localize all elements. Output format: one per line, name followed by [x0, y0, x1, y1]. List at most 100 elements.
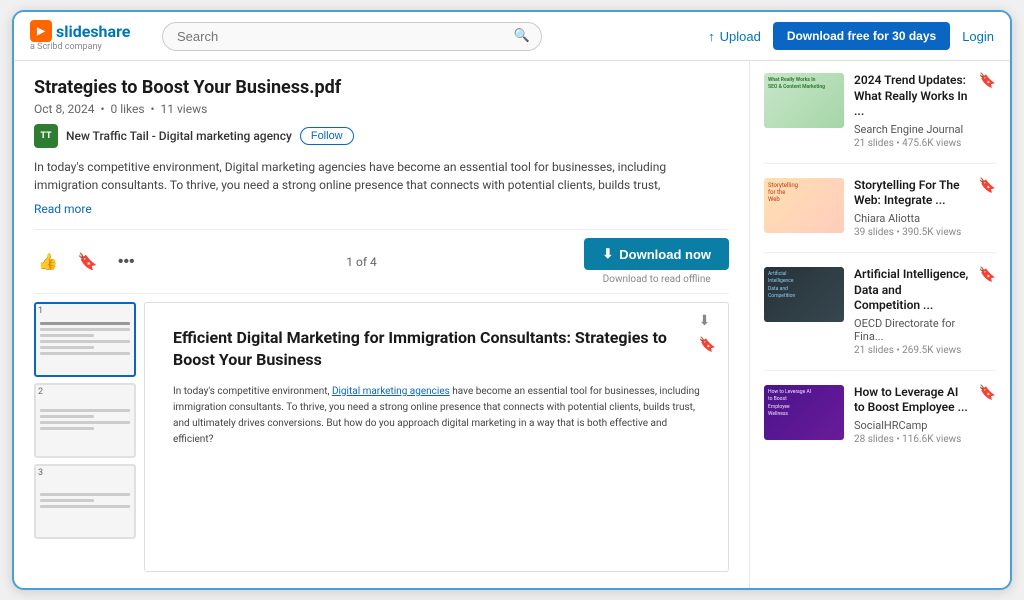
- doc-meta: Oct 8, 2024 • 0 likes • 11 views: [34, 102, 729, 116]
- upload-icon: ↑: [708, 29, 715, 44]
- sidebar-card-1[interactable]: What Really Works InSEO & Content Market…: [764, 73, 996, 164]
- doc-likes: 0 likes: [110, 102, 144, 116]
- logo[interactable]: ▶ slideshare: [30, 20, 130, 42]
- follow-button[interactable]: Follow: [300, 127, 354, 145]
- thumb-inner-3: [36, 466, 134, 537]
- thumb-line: [40, 346, 94, 349]
- thumb-inner-1: [36, 304, 134, 375]
- upload-button[interactable]: ↑ Upload: [708, 29, 761, 44]
- download-now-label: Download now: [619, 247, 711, 262]
- doc-download-icon[interactable]: ⬇: [699, 313, 716, 329]
- sidebar-card-info-1: 2024 Trend Updates: What Really Works In…: [854, 73, 969, 149]
- more-options-button[interactable]: •••: [114, 249, 139, 275]
- doc-page-icons: ⬇ 🔖: [699, 313, 716, 353]
- download-section: ⬇ Download now Download to read offline: [584, 238, 729, 285]
- bookmark-button[interactable]: 🔖: [74, 248, 102, 276]
- sidebar-bookmark-4[interactable]: 🔖: [979, 385, 996, 445]
- doc-toolbar: 👍 🔖 ••• 1 of 4 ⬇ Download now Download t…: [34, 229, 729, 294]
- download-sub-label: Download to read offline: [584, 274, 729, 285]
- doc-link[interactable]: Digital marketing agencies: [332, 386, 450, 397]
- download-icon: ⬇: [602, 246, 613, 262]
- sidebar: What Really Works InSEO & Content Market…: [750, 61, 1010, 588]
- search-input[interactable]: [162, 22, 542, 51]
- author-row: TT New Traffic Tail - Digital marketing …: [34, 124, 729, 148]
- thumb-line: [40, 427, 94, 430]
- sidebar-thumb-content-4: How to Leverage AIto BoostEmployeeWellne…: [764, 385, 844, 440]
- download-free-button[interactable]: Download free for 30 days: [773, 22, 950, 50]
- sidebar-card-info-2: Storytelling For The Web: Integrate ... …: [854, 178, 969, 238]
- thumb-num-2: 2: [38, 387, 43, 397]
- leverage-mini-text: How to Leverage AIto BoostEmployeeWellne…: [768, 389, 840, 419]
- sidebar-card-author-1: Search Engine Journal: [854, 123, 969, 136]
- thumb-line: [40, 409, 130, 412]
- sidebar-card-meta-4: 28 slides • 116.6K views: [854, 434, 969, 445]
- doc-page-body: In today's competitive environment, Digi…: [173, 384, 700, 448]
- doc-page: ⬇ 🔖 Efficient Digital Marketing for Immi…: [144, 302, 729, 572]
- sidebar-card-title-4: How to Leverage AI to Boost Employee ...: [854, 385, 969, 416]
- sidebar-thumb-4: How to Leverage AIto BoostEmployeeWellne…: [764, 385, 844, 440]
- toolbar-left: 👍 🔖 •••: [34, 248, 139, 276]
- login-button[interactable]: Login: [962, 29, 994, 44]
- download-now-button[interactable]: ⬇ Download now: [584, 238, 729, 270]
- sidebar-card-3[interactable]: ArtificialIntelligenceData andCompetitio…: [764, 267, 996, 371]
- sidebar-card-title-3: Artificial Intelligence, Data and Compet…: [854, 267, 969, 314]
- doc-area: Strategies to Boost Your Business.pdf Oc…: [14, 61, 750, 588]
- sidebar-thumb-content-2: Storytellingfor theWeb: [764, 178, 844, 233]
- sidebar-card-2[interactable]: Storytellingfor theWeb Storytelling For …: [764, 178, 996, 253]
- sidebar-bookmark-1[interactable]: 🔖: [979, 73, 996, 149]
- browser-frame: ▶ slideshare a Scribd company 🔍 ↑ Upload…: [12, 10, 1012, 590]
- header: ▶ slideshare a Scribd company 🔍 ↑ Upload…: [14, 12, 1010, 61]
- thumb-inner-2: [36, 385, 134, 456]
- logo-icon: ▶: [30, 20, 52, 42]
- sidebar-thumb-content-3: ArtificialIntelligenceData andCompetitio…: [764, 267, 844, 322]
- logo-name: slideshare: [56, 22, 130, 41]
- thumb-lines-1: [40, 322, 130, 358]
- header-actions: ↑ Upload Download free for 30 days Login: [708, 22, 994, 50]
- ai-mini-text: ArtificialIntelligenceData andCompetitio…: [768, 271, 840, 301]
- doc-bookmark-icon[interactable]: 🔖: [699, 337, 716, 353]
- sidebar-card-author-4: SocialHRCamp: [854, 419, 969, 432]
- sidebar-card-author-3: OECD Directorate for Fina...: [854, 317, 969, 343]
- logo-sub: a Scribd company: [30, 42, 102, 52]
- sidebar-thumb-1: What Really Works InSEO & Content Market…: [764, 73, 844, 128]
- thumb-num-3: 3: [38, 468, 43, 478]
- thumbnail-1[interactable]: 1: [34, 302, 136, 377]
- thumb-line: [40, 505, 130, 508]
- read-more-link[interactable]: Read more: [34, 202, 92, 216]
- like-button[interactable]: 👍: [34, 248, 62, 276]
- main-content: Strategies to Boost Your Business.pdf Oc…: [14, 61, 1010, 588]
- thumb-line: [40, 499, 94, 502]
- sidebar-thumb-3: ArtificialIntelligenceData andCompetitio…: [764, 267, 844, 322]
- sidebar-card-info-4: How to Leverage AI to Boost Employee ...…: [854, 385, 969, 445]
- doc-title: Strategies to Boost Your Business.pdf: [34, 77, 729, 98]
- author-icon: TT: [34, 124, 58, 148]
- thumb-line: [40, 421, 130, 424]
- thumb-line: [40, 328, 130, 331]
- sidebar-card-4[interactable]: How to Leverage AIto BoostEmployeeWellne…: [764, 385, 996, 459]
- thumb-line: [40, 340, 130, 343]
- doc-page-title: Efficient Digital Marketing for Immigrat…: [173, 327, 700, 372]
- thumb-line: [40, 352, 130, 355]
- doc-views: 11 views: [161, 102, 208, 116]
- viewer-area: 1 2: [34, 302, 729, 572]
- sidebar-bookmark-3[interactable]: 🔖: [979, 267, 996, 356]
- author-name: New Traffic Tail - Digital marketing age…: [66, 129, 292, 143]
- thumb-line: [40, 322, 130, 325]
- thumbnails-panel: 1 2: [34, 302, 144, 572]
- sidebar-thumb-2: Storytellingfor theWeb: [764, 178, 844, 233]
- logo-area: ▶ slideshare a Scribd company: [30, 20, 150, 52]
- sidebar-bookmark-2[interactable]: 🔖: [979, 178, 996, 238]
- doc-description: In today's competitive environment, Digi…: [34, 158, 729, 194]
- upload-label: Upload: [720, 29, 761, 44]
- thumb-line: [40, 415, 94, 418]
- thumb-line: [40, 334, 94, 337]
- thumb-lines-3: [40, 493, 130, 511]
- story-mini-text: Storytellingfor theWeb: [768, 182, 840, 203]
- sidebar-card-meta-1: 21 slides • 475.6K views: [854, 138, 969, 149]
- sidebar-card-title-1: 2024 Trend Updates: What Really Works In…: [854, 73, 969, 120]
- thumb-num-1: 1: [38, 306, 43, 316]
- seo-mini-text: What Really Works InSEO & Content Market…: [768, 77, 840, 91]
- sidebar-thumb-content-1: What Really Works InSEO & Content Market…: [764, 73, 844, 128]
- thumbnail-2[interactable]: 2: [34, 383, 136, 458]
- thumbnail-3[interactable]: 3: [34, 464, 136, 539]
